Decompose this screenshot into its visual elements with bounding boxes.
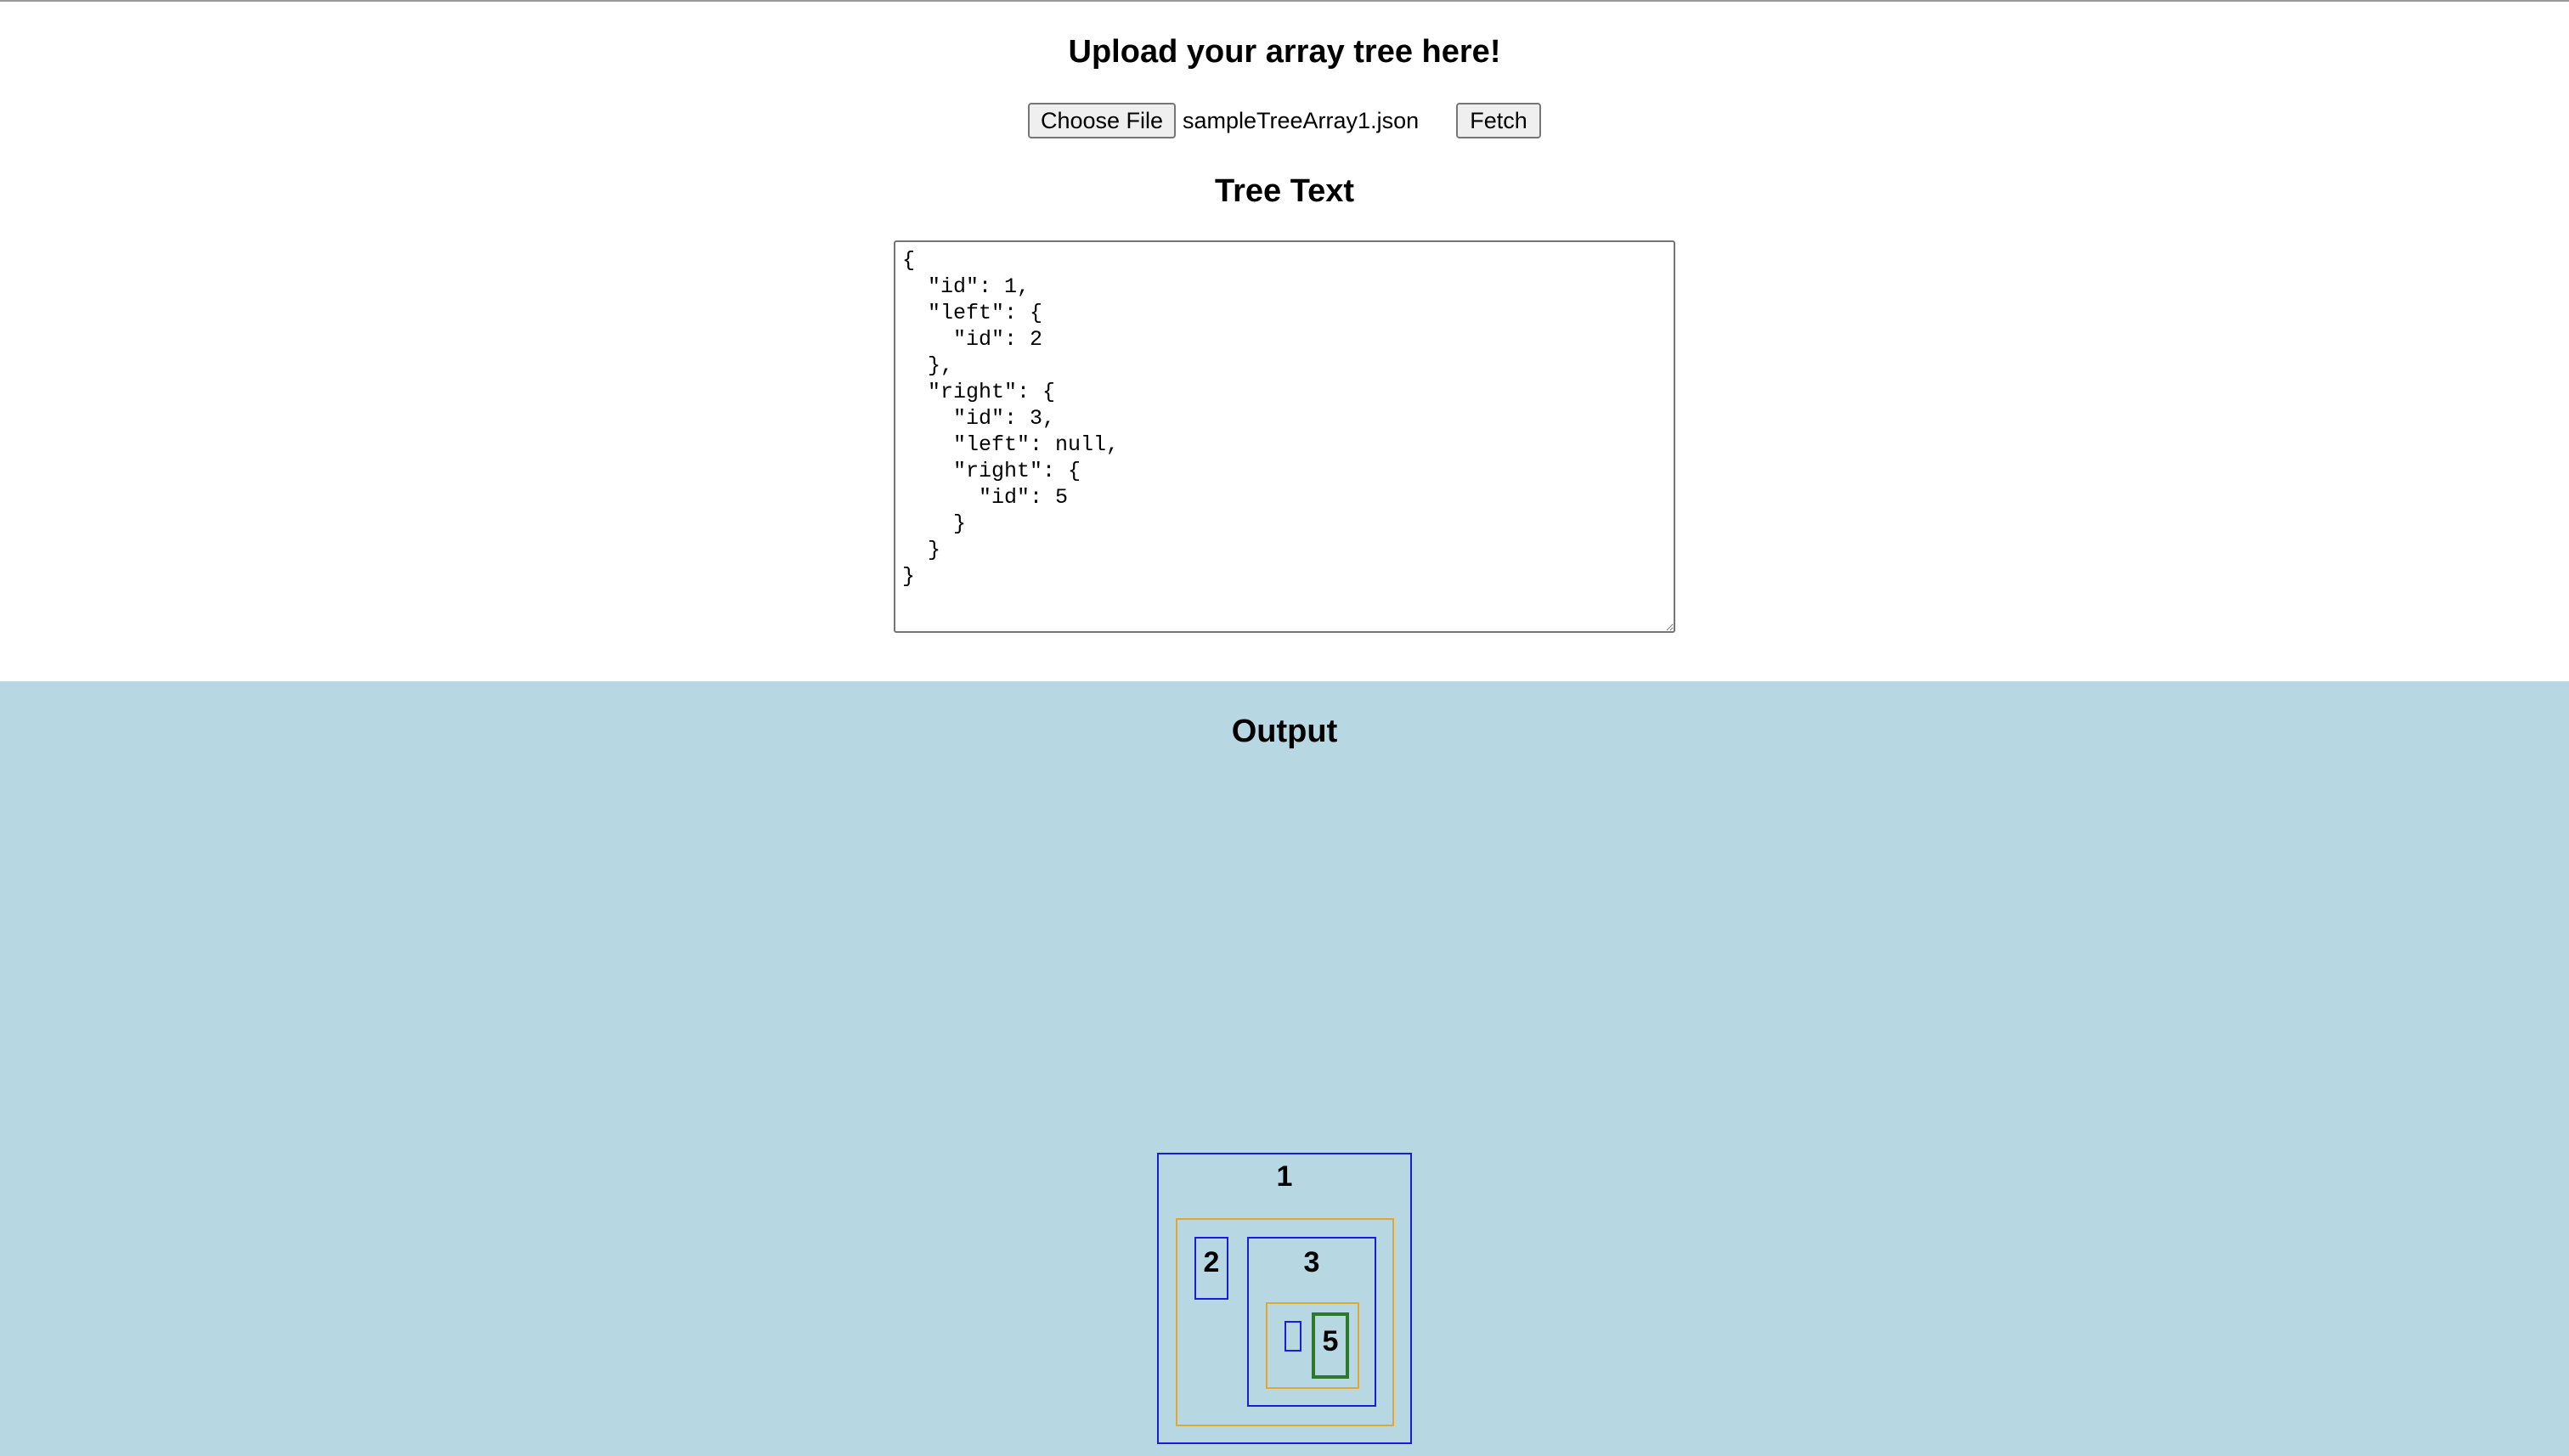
node-label-right-right: 5: [1322, 1325, 1339, 1357]
tree-text-title: Tree Text: [1214, 173, 1355, 209]
selected-file-name: sampleTreeArray1.json: [1183, 108, 1420, 133]
node-label-root: 1: [1276, 1160, 1293, 1193]
node-label-left: 2: [1203, 1246, 1220, 1278]
tree-node-left: 2: [1194, 1237, 1228, 1300]
output-title: Output: [1231, 714, 1338, 749]
children-container-root: 2 3 5: [1176, 1218, 1394, 1426]
upload-section: Upload your array tree here! Choose File…: [0, 0, 2569, 681]
tree-node-right-left-empty: [1284, 1321, 1301, 1352]
top-divider: [0, 0, 2569, 2]
upload-title: Upload your array tree here!: [1068, 34, 1501, 70]
tree-node-right: 3 5: [1247, 1237, 1376, 1407]
fetch-button[interactable]: Fetch: [1456, 103, 1541, 138]
children-container-right: 5: [1266, 1302, 1359, 1389]
tree-node-root: 1 2 3 5: [1157, 1153, 1412, 1444]
node-label-right: 3: [1303, 1246, 1320, 1278]
tree-text-area[interactable]: [894, 240, 1675, 633]
choose-file-button[interactable]: Choose File: [1028, 103, 1176, 138]
output-section: Output 1 2 3 5: [0, 681, 2569, 1456]
tree-node-right-right: 5: [1312, 1312, 1349, 1379]
